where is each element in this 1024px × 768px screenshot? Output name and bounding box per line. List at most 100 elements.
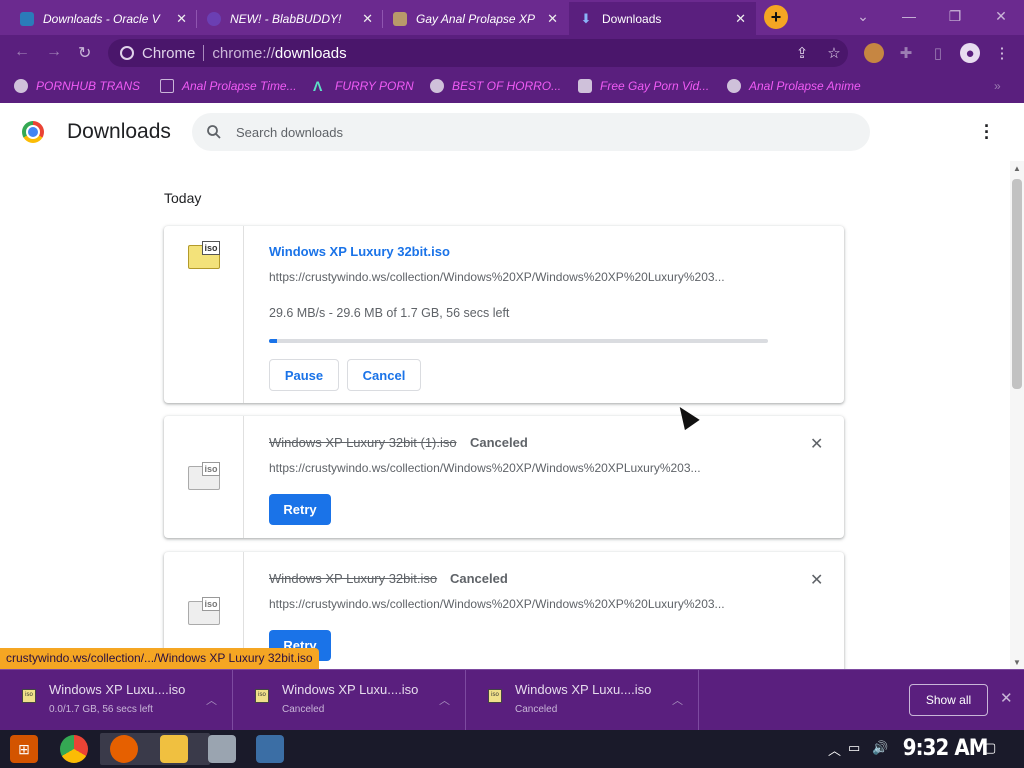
bookmark-label: PORNHUB TRANS bbox=[36, 79, 141, 93]
close-tab-icon[interactable]: ✕ bbox=[547, 11, 558, 27]
file-source-url[interactable]: https://crustywindo.ws/collection/Window… bbox=[269, 270, 769, 284]
chevron-up-icon[interactable]: ︿ bbox=[206, 692, 217, 708]
download-progress-bar bbox=[269, 339, 768, 343]
site-info-chip[interactable]: Chrome bbox=[120, 45, 195, 62]
page-title: Downloads bbox=[67, 120, 171, 143]
chrome-icon bbox=[120, 46, 134, 60]
site-favicon-icon bbox=[393, 11, 407, 26]
remove-from-list-icon[interactable]: ✕ bbox=[810, 434, 823, 454]
extensions-puzzle-icon[interactable]: ✚ bbox=[896, 43, 916, 63]
download-progress-text: 29.6 MB/s - 29.6 MB of 1.7 GB, 56 secs l… bbox=[269, 306, 510, 320]
close-window-button[interactable]: ✕ bbox=[978, 0, 1024, 32]
bookmark-item[interactable]: Anal Prolapse Time... bbox=[160, 79, 297, 93]
file-icon-column: iso bbox=[164, 416, 244, 538]
restore-button[interactable]: ❐ bbox=[932, 0, 978, 32]
close-shelf-icon[interactable]: ✕ bbox=[1000, 689, 1013, 707]
oracle-favicon-icon bbox=[20, 11, 34, 26]
reload-icon[interactable]: ↻ bbox=[78, 43, 91, 63]
retry-button[interactable]: Retry bbox=[269, 494, 331, 525]
new-tab-button[interactable]: + bbox=[764, 5, 788, 29]
url-path: downloads bbox=[274, 44, 347, 62]
volume-icon[interactable]: 🔊 bbox=[872, 740, 888, 756]
minimize-button[interactable]: — bbox=[886, 0, 932, 32]
virtualbox-taskbar-icon[interactable] bbox=[256, 735, 284, 763]
shelf-item[interactable]: iso Windows XP Luxu....iso 0.0/1.7 GB, 5… bbox=[0, 670, 233, 730]
shelf-item-status: 0.0/1.7 GB, 56 secs left bbox=[49, 704, 153, 715]
bookmark-label: BEST OF HORRO... bbox=[452, 79, 562, 93]
omnibox-divider bbox=[203, 45, 205, 61]
link-hover-status: crustywindo.ws/collection/.../Windows XP… bbox=[0, 648, 319, 669]
shelf-item[interactable]: iso Windows XP Luxu....iso Canceled ︿ bbox=[466, 670, 699, 730]
bookmark-item[interactable]: PORNHUB TRANS bbox=[14, 79, 140, 93]
os-taskbar: ⊞ ︿ ▭ 🔊 9:32 AM ▢ bbox=[0, 730, 1024, 768]
search-box[interactable] bbox=[192, 113, 870, 151]
bookmark-item[interactable]: Λ FURRY PORN bbox=[313, 79, 414, 93]
file-source-url[interactable]: https://crustywindo.ws/collection/Window… bbox=[269, 597, 769, 611]
download-status: Canceled bbox=[450, 571, 508, 586]
chevron-up-icon[interactable]: ︿ bbox=[439, 692, 450, 708]
file-name-link[interactable]: Windows XP Luxury 32bit.iso bbox=[269, 244, 450, 259]
scrollbar-thumb[interactable] bbox=[1012, 179, 1022, 389]
file-name-link[interactable]: Windows XP Luxury 32bit.iso bbox=[269, 571, 437, 586]
start-button[interactable]: ⊞ bbox=[10, 735, 38, 763]
tab-downloads[interactable]: ⬇ Downloads ✕ bbox=[569, 2, 756, 35]
chrome-taskbar-icon[interactable] bbox=[60, 735, 88, 763]
app-taskbar-icon[interactable] bbox=[208, 735, 236, 763]
shelf-item-name: Windows XP Luxu....iso bbox=[282, 682, 419, 697]
back-arrow-icon[interactable]: ← bbox=[14, 43, 30, 61]
address-bar[interactable]: Chrome chrome://downloads bbox=[108, 39, 848, 67]
show-all-button[interactable]: Show all bbox=[909, 684, 988, 716]
chrome-logo-icon bbox=[22, 121, 44, 143]
extension-avatar-icon[interactable] bbox=[864, 43, 884, 63]
downloads-header: Downloads ··· bbox=[0, 103, 1024, 161]
tab-title: Downloads bbox=[602, 11, 662, 26]
file-explorer-icon[interactable] bbox=[160, 735, 188, 763]
file-source-url[interactable]: https://crustywindo.ws/collection/Window… bbox=[269, 461, 769, 475]
scroll-down-arrow-icon[interactable]: ▼ bbox=[1013, 658, 1021, 667]
notifications-icon[interactable]: ▢ bbox=[984, 740, 996, 756]
tab-search-chevron-icon[interactable]: ⌄ bbox=[840, 0, 886, 32]
page-scrollbar[interactable]: ▲ ▼ bbox=[1010, 161, 1024, 669]
share-icon[interactable]: ⇪ bbox=[792, 43, 812, 63]
tray-chevron-icon[interactable]: ︿ bbox=[828, 740, 841, 759]
file-name-link[interactable]: Windows XP Luxury 32bit (1).iso bbox=[269, 435, 457, 450]
scroll-up-arrow-icon[interactable]: ▲ bbox=[1013, 164, 1021, 173]
bookmark-star-icon[interactable]: ☆ bbox=[824, 43, 844, 63]
shelf-item-name: Windows XP Luxu....iso bbox=[49, 682, 186, 697]
bookmark-favicon-icon bbox=[578, 79, 592, 93]
bookmark-favicon-icon bbox=[160, 79, 174, 93]
iso-tag: iso bbox=[202, 597, 220, 611]
bookmark-item[interactable]: Free Gay Porn Vid... bbox=[578, 79, 709, 93]
tab-downloads-oracle[interactable]: Downloads - Oracle V ✕ bbox=[10, 2, 197, 35]
tab-strip: Downloads - Oracle V ✕ NEW! - BlabBUDDY!… bbox=[0, 0, 1024, 35]
cancel-button[interactable]: Cancel bbox=[347, 359, 421, 391]
chrome-menu-icon[interactable]: ⋮ bbox=[992, 43, 1012, 63]
shelf-item[interactable]: iso Windows XP Luxu....iso Canceled ︿ bbox=[233, 670, 466, 730]
close-tab-icon[interactable]: ✕ bbox=[176, 11, 187, 27]
profile-avatar-icon[interactable]: ● bbox=[960, 43, 980, 63]
bookmark-label: Free Gay Porn Vid... bbox=[600, 79, 710, 93]
chevron-up-icon[interactable]: ︿ bbox=[672, 692, 683, 708]
remove-from-list-icon[interactable]: ✕ bbox=[810, 570, 823, 590]
globe-icon bbox=[14, 79, 28, 93]
taskbar-clock[interactable]: 9:32 AM bbox=[903, 736, 989, 761]
bookmark-item[interactable]: BEST OF HORRO... bbox=[430, 79, 561, 93]
tab-blabbuddy[interactable]: NEW! - BlabBUDDY! ✕ bbox=[197, 2, 383, 35]
forward-arrow-icon[interactable]: → bbox=[46, 43, 62, 61]
progress-fill bbox=[269, 339, 278, 343]
more-bookmarks-chevron-icon[interactable]: » bbox=[994, 79, 1001, 93]
firefox-taskbar-icon[interactable] bbox=[110, 735, 138, 763]
tab-gay-anal-prolapse[interactable]: Gay Anal Prolapse XP ✕ bbox=[383, 2, 568, 35]
download-favicon-icon: ⬇ bbox=[580, 10, 592, 26]
close-tab-icon[interactable]: ✕ bbox=[735, 11, 746, 27]
close-tab-icon[interactable]: ✕ bbox=[362, 11, 373, 27]
bookmark-label: FURRY PORN bbox=[335, 79, 414, 93]
search-input[interactable] bbox=[236, 124, 796, 140]
bookmark-item[interactable]: Anal Prolapse Anime bbox=[727, 79, 861, 93]
pause-button[interactable]: Pause bbox=[269, 359, 339, 391]
network-icon[interactable]: ▭ bbox=[848, 740, 860, 756]
more-actions-icon[interactable]: · · · bbox=[984, 117, 990, 147]
download-card: iso Windows XP Luxury 32bit (1).iso Canc… bbox=[164, 416, 844, 538]
side-panel-icon[interactable]: ▯ bbox=[928, 43, 948, 63]
url-scheme: chrome:// bbox=[212, 44, 275, 62]
